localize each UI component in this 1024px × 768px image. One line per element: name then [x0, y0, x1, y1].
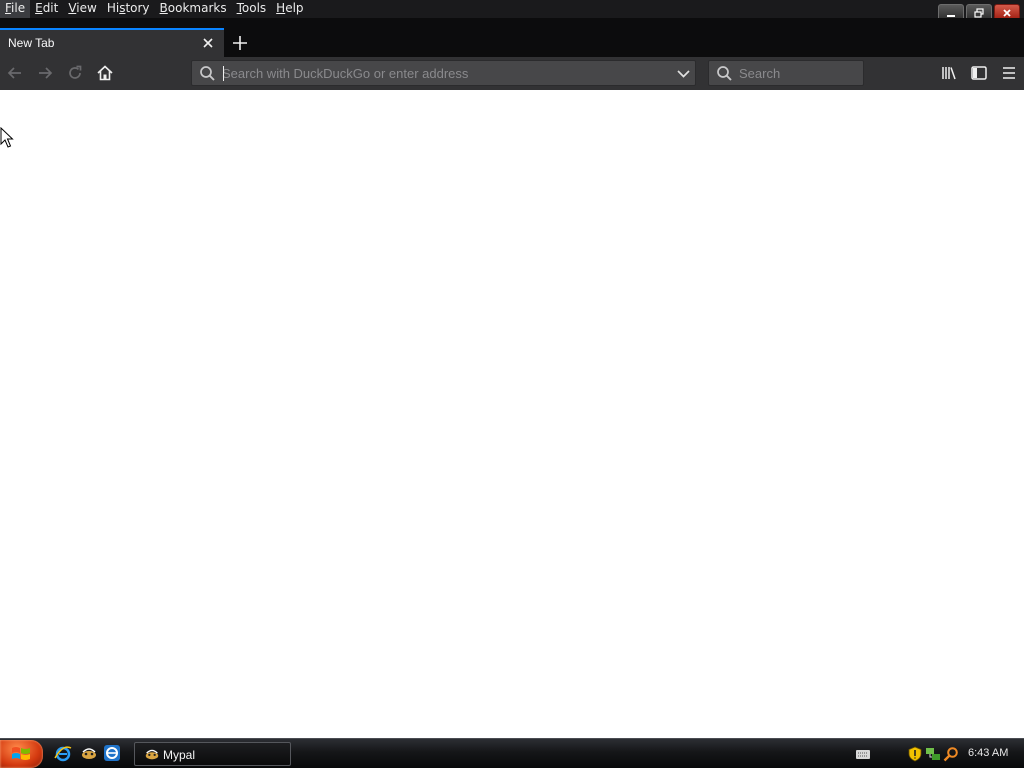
menu-bar: File Edit View History Bookmarks Tools H… [0, 0, 1024, 21]
tab-close-icon[interactable] [201, 36, 215, 50]
url-bar [191, 60, 696, 86]
windows-logo-icon [12, 747, 30, 760]
menu-icon[interactable] [1000, 64, 1018, 82]
forward-icon[interactable] [36, 64, 54, 82]
search-bar [708, 60, 864, 86]
library-icon[interactable] [940, 64, 958, 82]
keyboard-icon[interactable] [855, 746, 871, 762]
menu-file[interactable]: File [0, 0, 31, 18]
text-caret [223, 66, 224, 81]
menu-edit-accel: E [35, 1, 43, 15]
search-icon [717, 66, 732, 81]
page-content[interactable] [0, 90, 1024, 738]
tab-new-tab[interactable]: New Tab [0, 28, 224, 57]
reload-icon[interactable] [66, 64, 84, 82]
menu-tools[interactable]: Tools [232, 0, 272, 18]
tab-title: New Tab [8, 36, 55, 50]
menu-help-accel: H [276, 1, 286, 15]
restore-icon [974, 7, 984, 18]
start-button[interactable] [0, 740, 43, 768]
menu-history-pre: Hi [106, 1, 120, 15]
ie-icon[interactable] [54, 744, 72, 762]
minimize-icon [947, 14, 955, 17]
new-tab-plus-icon[interactable] [230, 33, 250, 53]
ie-alt-icon[interactable] [103, 744, 121, 762]
menu-bookmarks-label: ookmarks [167, 1, 227, 15]
chevron-down-icon[interactable] [676, 66, 691, 81]
taskbar-button-mypal[interactable]: Mypal [134, 742, 291, 766]
menu-edit[interactable]: Edit [30, 0, 63, 18]
search-icon [200, 66, 215, 81]
tab-strip: New Tab [0, 18, 1024, 57]
url-input[interactable] [222, 64, 670, 83]
mypal-icon [145, 749, 159, 760]
network-icon[interactable] [925, 746, 941, 762]
home-icon[interactable] [96, 64, 114, 82]
search-input[interactable] [739, 64, 857, 83]
navigation-toolbar [0, 57, 1024, 90]
menu-history[interactable]: History [102, 0, 155, 18]
mypal-icon[interactable] [80, 744, 98, 762]
close-icon [1003, 8, 1011, 17]
taskbar-button-label: Mypal [163, 748, 196, 762]
menu-edit-label: dit [42, 1, 59, 15]
menu-file-label: ile [11, 1, 26, 15]
mouse-cursor-icon [0, 127, 14, 148]
back-icon[interactable] [6, 64, 24, 82]
menu-view-label: iew [76, 1, 97, 15]
taskbar: Mypal 6:43 AM [0, 738, 1024, 768]
menu-view[interactable]: View [63, 0, 101, 18]
menu-bookmarks[interactable]: Bookmarks [155, 0, 232, 18]
sidebar-icon[interactable] [970, 64, 988, 82]
shield-icon[interactable] [907, 746, 923, 762]
menu-help[interactable]: Help [271, 0, 308, 18]
search-icon[interactable] [943, 746, 959, 762]
system-clock: 6:43 AM [968, 747, 1009, 759]
menu-bookmarks-accel: B [159, 1, 168, 15]
menu-tools-label: ools [241, 1, 267, 15]
menu-history-post: tory [125, 1, 150, 15]
menu-help-label: elp [285, 1, 304, 15]
